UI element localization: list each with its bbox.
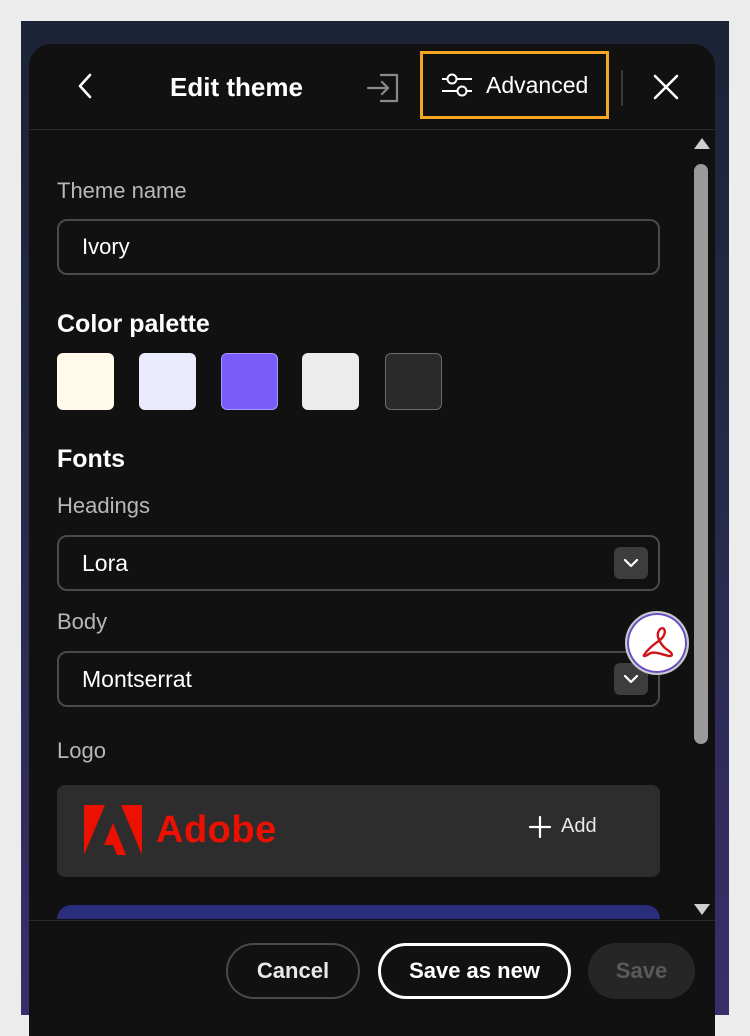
theme-preview-strip	[57, 905, 660, 919]
scrollbar[interactable]	[690, 134, 712, 920]
color-swatch-1[interactable]	[57, 353, 114, 410]
import-icon	[366, 73, 399, 103]
headings-font-value: Lora	[82, 550, 129, 576]
plus-icon	[529, 815, 551, 838]
import-button[interactable]	[363, 70, 403, 106]
chevron-left-icon	[78, 73, 92, 99]
add-logo-button[interactable]: Add	[529, 815, 597, 838]
header-divider	[621, 70, 623, 106]
scroll-down-arrow[interactable]	[694, 904, 710, 915]
acrobat-icon	[642, 627, 673, 658]
logo-label: Logo	[57, 738, 106, 763]
back-button[interactable]	[69, 70, 101, 102]
edit-theme-panel: Edit theme Advanced Theme name Ivory Col…	[29, 44, 715, 1036]
chevron-down-icon	[614, 547, 648, 579]
color-swatch-2[interactable]	[139, 353, 196, 410]
panel-body: Theme name Color palette Fonts Headings …	[29, 131, 715, 919]
color-swatch-3[interactable]	[221, 353, 278, 410]
adobe-logo-icon	[84, 805, 142, 855]
panel-header: Edit theme Advanced	[29, 44, 715, 130]
close-icon	[653, 74, 679, 100]
headings-label: Headings	[57, 493, 150, 518]
save-button[interactable]: Save	[588, 943, 695, 999]
body-font-value: Montserrat	[82, 666, 192, 692]
panel-footer: Cancel Save as new Save	[29, 920, 715, 1036]
scroll-up-arrow[interactable]	[694, 138, 710, 149]
scrollbar-thumb[interactable]	[694, 164, 708, 744]
add-logo-label: Add	[561, 815, 597, 837]
color-palette-title: Color palette	[57, 310, 210, 338]
logo-box: Adobe Add	[57, 785, 660, 877]
advanced-label: Advanced	[486, 71, 589, 98]
color-swatch-4[interactable]	[302, 353, 359, 410]
headings-font-select[interactable]: Lora	[57, 535, 660, 591]
close-button[interactable]	[649, 70, 683, 104]
adobe-logo: Adobe	[84, 805, 277, 855]
advanced-button[interactable]: Advanced	[420, 51, 609, 119]
body-font-select[interactable]: Montserrat	[57, 651, 660, 707]
sliders-icon	[442, 73, 472, 97]
save-as-new-button[interactable]: Save as new	[378, 943, 571, 999]
cancel-button[interactable]: Cancel	[226, 943, 360, 999]
theme-name-input[interactable]	[57, 219, 660, 275]
fonts-title: Fonts	[57, 445, 126, 473]
acrobat-assistant-button[interactable]	[625, 611, 689, 675]
panel-title: Edit theme	[170, 72, 303, 102]
theme-name-label: Theme name	[57, 178, 187, 203]
body-font-label: Body	[57, 609, 108, 634]
color-swatch-5[interactable]	[385, 353, 442, 410]
adobe-wordmark: Adobe	[156, 808, 277, 851]
